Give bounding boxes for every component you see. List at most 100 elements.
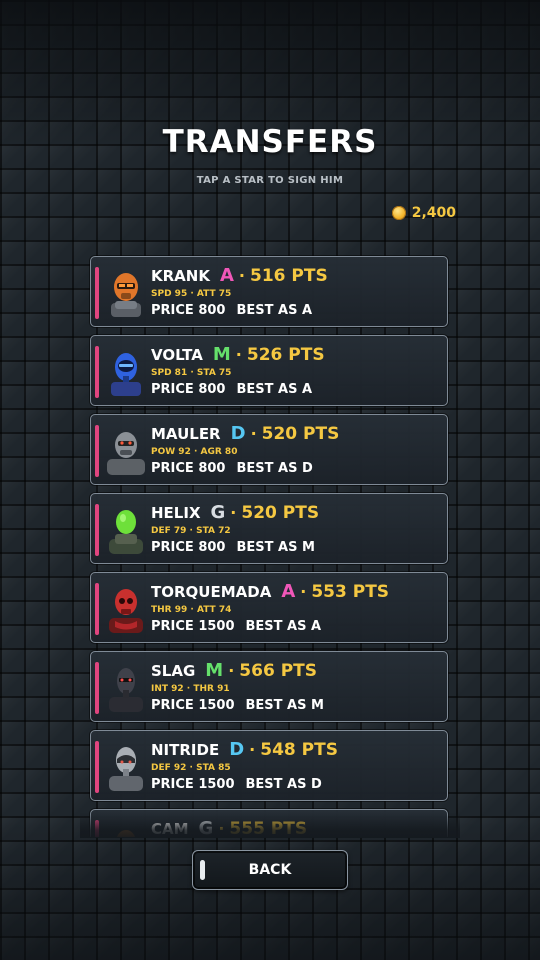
player-stats: INT 92 · THR 91 bbox=[151, 684, 230, 694]
player-best-position: BEST AS D bbox=[245, 777, 322, 792]
heading-separator: · bbox=[228, 661, 235, 680]
player-card[interactable]: HELIX G · 520 PTS DEF 79 · STA 72 PRICE 800 BE… bbox=[90, 493, 448, 564]
player-best-position: BEST AS A bbox=[236, 382, 313, 397]
price-line: PRICE 800 BEST AS A bbox=[151, 382, 312, 397]
player-price: PRICE 800 bbox=[151, 540, 226, 555]
player-name: HELIX bbox=[151, 504, 201, 522]
back-button-notch bbox=[200, 860, 205, 880]
player-stats: DEF 79 · STA 72 bbox=[151, 526, 231, 536]
player-name: VOLTA bbox=[151, 346, 203, 364]
back-button[interactable]: BACK bbox=[192, 850, 348, 890]
player-name: NITRIDE bbox=[151, 741, 220, 759]
card-accent-bar bbox=[95, 820, 99, 837]
player-price: PRICE 1500 bbox=[151, 619, 235, 634]
player-position: D bbox=[230, 423, 246, 444]
coin-balance-value: 2,400 bbox=[411, 205, 456, 221]
player-name: KRANK bbox=[151, 267, 210, 285]
red-skull-portrait-icon bbox=[103, 585, 149, 633]
heading-separator: · bbox=[218, 819, 225, 837]
player-points: 526 PTS bbox=[246, 345, 325, 365]
player-points: 520 PTS bbox=[241, 503, 320, 523]
player-points: 566 PTS bbox=[239, 661, 318, 681]
player-name: CAM bbox=[151, 820, 189, 837]
player-stats: SPD 81 · STA 75 bbox=[151, 368, 232, 378]
player-price: PRICE 800 bbox=[151, 382, 226, 397]
player-points: 520 PTS bbox=[261, 424, 340, 444]
back-button-label: BACK bbox=[248, 862, 292, 878]
player-heading: HELIX G · 520 PTS bbox=[151, 502, 319, 523]
player-best-position: BEST AS A bbox=[236, 303, 313, 318]
heading-separator: · bbox=[230, 503, 237, 522]
player-stats: POW 92 · AGR 80 bbox=[151, 447, 238, 457]
player-heading: VOLTA M · 526 PTS bbox=[151, 344, 325, 365]
player-card[interactable]: NITRIDE D · 548 PTS DEF 92 · STA 85 PRICE 150… bbox=[90, 730, 448, 801]
card-accent-bar bbox=[95, 583, 99, 635]
gold-coin-icon bbox=[391, 206, 406, 220]
player-stats: THR 99 · ATT 74 bbox=[151, 605, 232, 615]
dark-android-portrait-icon bbox=[103, 664, 149, 712]
player-position: A bbox=[219, 265, 234, 286]
player-card[interactable]: SLAG M · 566 PTS INT 92 · THR 91 PRICE 1500 BE… bbox=[90, 651, 448, 722]
screen-subtitle: TAP A STAR TO SIGN HIM bbox=[196, 175, 344, 186]
player-name: MAULER bbox=[151, 425, 221, 443]
player-name: SLAG bbox=[151, 662, 196, 680]
player-position: A bbox=[281, 581, 296, 602]
price-line: PRICE 1500 BEST AS A bbox=[151, 619, 321, 634]
player-best-position: BEST AS D bbox=[236, 461, 313, 476]
player-points: 516 PTS bbox=[249, 266, 328, 286]
grey-brute-portrait-icon bbox=[103, 427, 149, 475]
silver-android-portrait-icon bbox=[103, 743, 149, 791]
card-accent-bar bbox=[95, 662, 99, 714]
player-points: 555 PTS bbox=[229, 819, 308, 837]
player-heading: KRANK A · 516 PTS bbox=[151, 265, 328, 286]
player-heading: TORQUEMADA A · 553 PTS bbox=[151, 581, 389, 602]
player-card[interactable]: TORQUEMADA A · 553 PTS THR 99 · ATT 74 PRICE … bbox=[90, 572, 448, 643]
heading-separator: · bbox=[300, 582, 307, 601]
player-card[interactable]: VOLTA M · 526 PTS SPD 81 · STA 75 PRICE 800 BE… bbox=[90, 335, 448, 406]
price-line: PRICE 1500 BEST AS D bbox=[151, 777, 322, 792]
player-card[interactable]: KRANK A · 516 PTS SPD 95 · ATT 75 PRICE 800 BE… bbox=[90, 256, 448, 327]
player-price: PRICE 800 bbox=[151, 303, 226, 318]
player-position: G bbox=[210, 502, 226, 523]
player-card[interactable]: CAM G · 555 PTS bbox=[90, 809, 448, 837]
player-price: PRICE 1500 bbox=[151, 777, 235, 792]
orange-robot-portrait-icon bbox=[103, 269, 149, 317]
player-heading: MAULER D · 520 PTS bbox=[151, 423, 339, 444]
player-position: G bbox=[198, 818, 214, 837]
player-heading: CAM G · 555 PTS bbox=[151, 818, 307, 837]
player-price: PRICE 800 bbox=[151, 461, 226, 476]
player-card[interactable]: MAULER D · 520 PTS POW 92 · AGR 80 PRICE 800 B… bbox=[90, 414, 448, 485]
player-position: M bbox=[212, 344, 231, 365]
player-points: 548 PTS bbox=[260, 740, 338, 760]
price-line: PRICE 800 BEST AS M bbox=[151, 540, 315, 555]
heading-separator: · bbox=[238, 266, 245, 285]
heading-separator: · bbox=[235, 345, 242, 364]
player-stats: DEF 92 · STA 85 bbox=[151, 763, 231, 773]
card-accent-bar bbox=[95, 425, 99, 477]
card-accent-bar bbox=[95, 504, 99, 556]
transfer-list[interactable]: KRANK A · 516 PTS SPD 95 · ATT 75 PRICE 800 BE… bbox=[88, 253, 452, 837]
green-helmet-portrait-icon bbox=[103, 506, 149, 554]
price-line: PRICE 1500 BEST AS M bbox=[151, 698, 324, 713]
player-stats: SPD 95 · ATT 75 bbox=[151, 289, 232, 299]
coin-balance: 2,400 bbox=[391, 205, 456, 221]
player-position: D bbox=[229, 739, 245, 760]
card-accent-bar bbox=[95, 741, 99, 793]
heading-separator: · bbox=[249, 740, 256, 759]
card-accent-bar bbox=[95, 346, 99, 398]
player-best-position: BEST AS M bbox=[236, 540, 315, 555]
price-line: PRICE 800 BEST AS D bbox=[151, 461, 313, 476]
player-name: TORQUEMADA bbox=[151, 583, 272, 601]
player-heading: NITRIDE D · 548 PTS bbox=[151, 739, 338, 760]
price-line: PRICE 800 BEST AS A bbox=[151, 303, 312, 318]
blue-robot-portrait-icon bbox=[103, 348, 149, 396]
player-best-position: BEST AS M bbox=[245, 698, 324, 713]
player-price: PRICE 1500 bbox=[151, 698, 235, 713]
player-heading: SLAG M · 566 PTS bbox=[151, 660, 317, 681]
card-accent-bar bbox=[95, 267, 99, 319]
heading-separator: · bbox=[250, 424, 257, 443]
screen-title: TRANSFERS bbox=[162, 124, 378, 160]
player-position: M bbox=[205, 660, 224, 681]
player-points: 553 PTS bbox=[311, 582, 390, 602]
robot-portrait-icon bbox=[103, 822, 149, 837]
